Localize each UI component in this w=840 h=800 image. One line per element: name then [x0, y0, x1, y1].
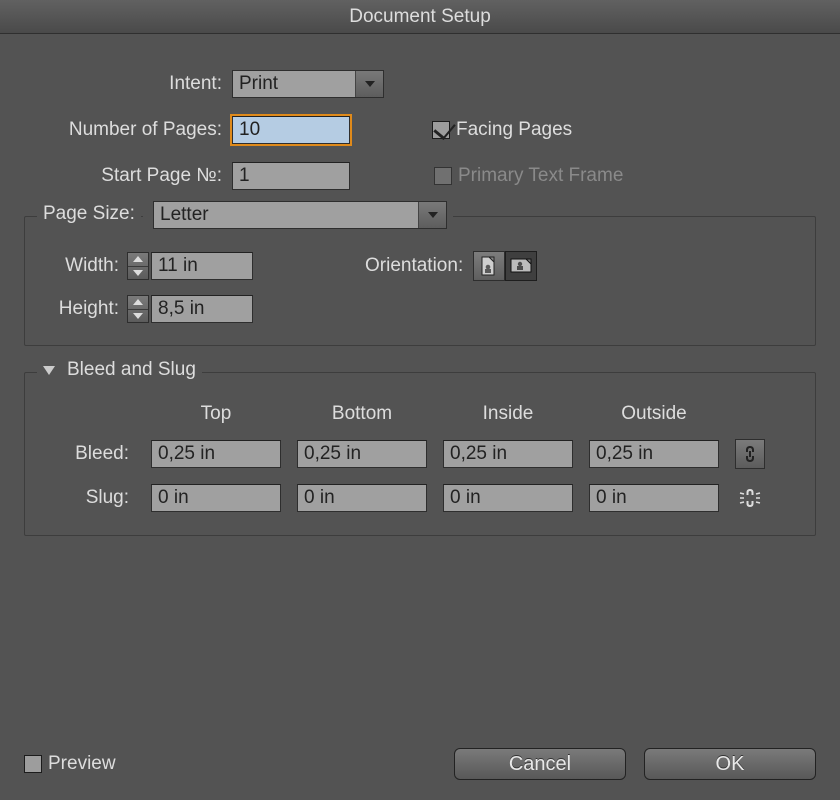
- stepper-down-icon: [128, 267, 148, 280]
- bleed-outside-input[interactable]: 0,25 in: [589, 440, 719, 468]
- portrait-icon: [481, 256, 497, 276]
- col-header-top: Top: [151, 403, 281, 425]
- dropdown-arrow-icon: [355, 71, 383, 97]
- intent-value: Print: [233, 72, 355, 96]
- stepper-up-icon: [128, 253, 148, 267]
- bleed-slug-label: Bleed and Slug: [67, 359, 196, 381]
- bleed-row-label: Bleed:: [43, 443, 135, 465]
- preview-label: Preview: [48, 753, 116, 775]
- num-pages-input[interactable]: 10: [232, 116, 350, 144]
- facing-pages-checkbox[interactable]: [432, 121, 450, 139]
- page-size-preset-value: Letter: [154, 203, 418, 227]
- primary-text-frame-label: Primary Text Frame: [458, 165, 623, 187]
- bleed-bottom-input[interactable]: 0,25 in: [297, 440, 427, 468]
- height-stepper[interactable]: [127, 295, 149, 323]
- col-header-inside: Inside: [443, 403, 573, 425]
- num-pages-label: Number of Pages:: [24, 119, 232, 141]
- col-header-bottom: Bottom: [297, 403, 427, 425]
- preview-checkbox[interactable]: [24, 755, 42, 773]
- slug-outside-input[interactable]: 0 in: [589, 484, 719, 512]
- slug-bottom-input[interactable]: 0 in: [297, 484, 427, 512]
- page-size-legend: Page Size:: [37, 203, 141, 225]
- bleed-inside-input[interactable]: 0,25 in: [443, 440, 573, 468]
- slug-inside-input[interactable]: 0 in: [443, 484, 573, 512]
- dropdown-arrow-icon: [418, 202, 446, 228]
- unlink-icon: [738, 488, 762, 508]
- orientation-landscape-button[interactable]: [505, 251, 537, 281]
- start-page-input[interactable]: 1: [232, 162, 350, 190]
- facing-pages-label: Facing Pages: [456, 119, 572, 141]
- bleed-link-toggle[interactable]: [735, 439, 765, 469]
- slug-top-input[interactable]: 0 in: [151, 484, 281, 512]
- bleed-slug-legend[interactable]: Bleed and Slug: [37, 359, 202, 381]
- width-label: Width:: [47, 255, 127, 277]
- width-stepper[interactable]: [127, 252, 149, 280]
- window-title: Document Setup: [349, 6, 491, 27]
- col-header-outside: Outside: [589, 403, 719, 425]
- stepper-down-icon: [128, 310, 148, 323]
- stepper-up-icon: [128, 296, 148, 310]
- height-input[interactable]: 8,5 in: [151, 295, 253, 323]
- cancel-button-label: Cancel: [509, 753, 571, 776]
- page-size-preset-dropdown[interactable]: Letter: [153, 201, 447, 229]
- slug-row-label: Slug:: [43, 487, 135, 509]
- orientation-label: Orientation:: [365, 255, 473, 277]
- link-icon: [743, 444, 757, 464]
- bleed-top-input[interactable]: 0,25 in: [151, 440, 281, 468]
- height-label: Height:: [47, 298, 127, 320]
- intent-dropdown[interactable]: Print: [232, 70, 384, 98]
- window-titlebar: Document Setup: [0, 0, 840, 34]
- orientation-portrait-button[interactable]: [473, 251, 505, 281]
- cancel-button[interactable]: Cancel: [454, 748, 626, 780]
- landscape-icon: [510, 258, 532, 274]
- ok-button[interactable]: OK: [644, 748, 816, 780]
- disclosure-triangle-icon: [43, 366, 55, 375]
- primary-text-frame-checkbox: [434, 167, 452, 185]
- width-input[interactable]: 11 in: [151, 252, 253, 280]
- intent-label: Intent:: [24, 73, 232, 95]
- ok-button-label: OK: [716, 753, 745, 776]
- slug-link-toggle[interactable]: [735, 483, 765, 513]
- start-page-label: Start Page №:: [24, 165, 232, 187]
